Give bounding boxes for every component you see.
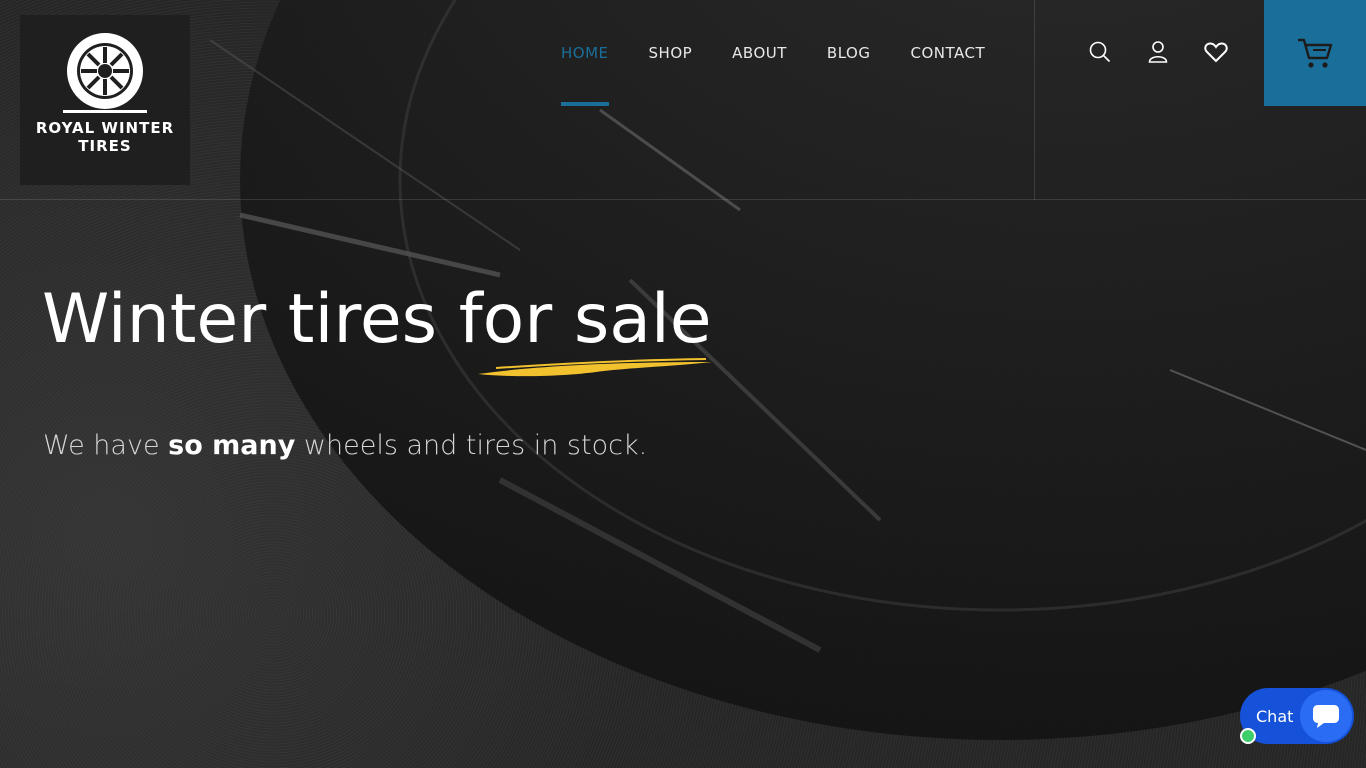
header-actions <box>1088 38 1228 66</box>
chat-label: Chat <box>1256 706 1294 726</box>
nav-contact[interactable]: CONTACT <box>910 0 985 106</box>
hero-subtitle-pre: We have <box>43 430 169 461</box>
brush-underline <box>478 358 712 377</box>
logo-line-1: ROYAL WINTER <box>35 119 175 137</box>
site-logo[interactable]: ROYAL WINTER TIRES <box>20 15 190 185</box>
header-divider <box>1034 0 1035 200</box>
nav-about[interactable]: ABOUT <box>732 0 787 106</box>
chat-widget-button[interactable]: Chat <box>1240 688 1354 744</box>
hero-title: Winter tires for sale <box>42 280 712 359</box>
logo-line-2: TIRES <box>78 137 132 155</box>
hero-subtitle-post: wheels and tires in stock. <box>295 430 648 461</box>
main-nav: HOME SHOP ABOUT BLOG CONTACT <box>561 0 985 106</box>
online-status-dot <box>1240 728 1256 744</box>
hero-subtitle-bold: so many <box>168 430 296 461</box>
nav-home[interactable]: HOME <box>561 0 609 106</box>
search-icon[interactable] <box>1088 38 1112 66</box>
site-header: ROYAL WINTER TIRES HOME SHOP ABOUT BLOG … <box>0 0 1366 200</box>
wheel-logo-icon <box>63 33 147 113</box>
chat-bubble-icon <box>1300 690 1352 742</box>
cart-button[interactable] <box>1264 0 1366 106</box>
nav-blog[interactable]: BLOG <box>827 0 871 106</box>
logo-text: ROYAL WINTER TIRES <box>36 119 174 155</box>
user-icon[interactable] <box>1146 38 1170 66</box>
nav-shop[interactable]: SHOP <box>649 0 693 106</box>
heart-icon[interactable] <box>1204 38 1228 66</box>
hero-subtitle: We have so many wheels and tires in stoc… <box>43 430 647 461</box>
cart-icon <box>1298 38 1333 68</box>
